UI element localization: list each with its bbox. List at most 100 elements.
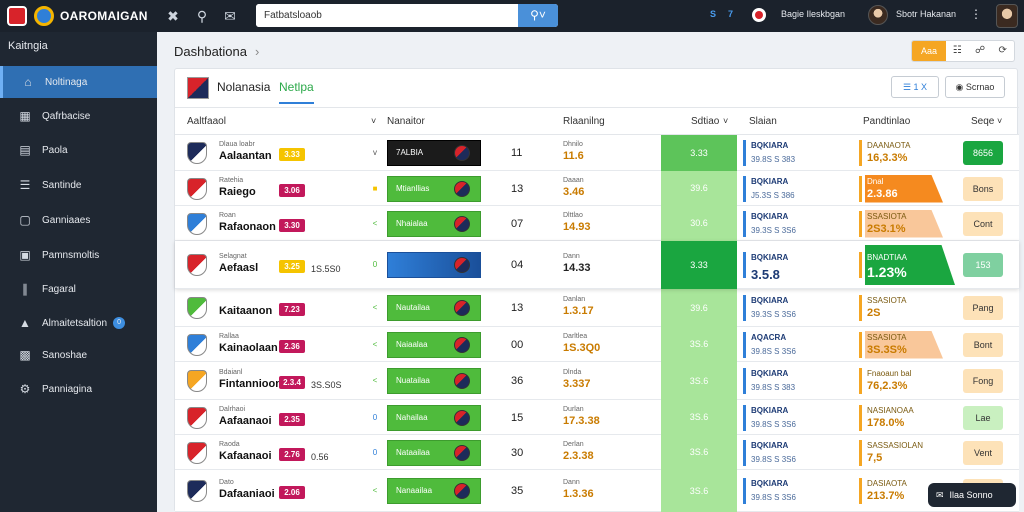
sidebar-item-ganniaaes[interactable]: ▢ Ganniaaes (0, 204, 157, 236)
score-cell[interactable]: 3.33 (661, 135, 737, 171)
team-name[interactable]: Aalaantan (219, 150, 272, 162)
match-banner[interactable]: Nahailaa (387, 404, 481, 431)
tab-active[interactable]: Netlpa (279, 80, 314, 104)
score-cell[interactable]: 30.6 (661, 206, 737, 241)
toolbar-primary-button[interactable]: Aaa (912, 41, 946, 61)
table-row[interactable]: Raoda Kafaanaoi 2.76 0.56 0 Nataailaa 30 Derlan… (175, 435, 1019, 470)
status-pill[interactable]: Cont (963, 211, 1003, 236)
status-pill[interactable]: 153 (963, 253, 1003, 277)
col-status[interactable]: Seqe (971, 116, 994, 127)
sidebar-item-noltinaga[interactable]: ⌂ Noltinaga (0, 66, 157, 98)
match-banner[interactable]: Naiaalaa (387, 331, 481, 358)
row-indicator-icon[interactable]: v (370, 148, 380, 158)
col-score[interactable]: Sdtiao (691, 116, 719, 127)
app-logo-icon[interactable] (7, 6, 27, 26)
team-name[interactable]: Raiego (219, 186, 256, 198)
table-row[interactable]: Dlaua loabr Aalaantan 3.33 v 7ALBIA 11 Dhnilo 1… (175, 135, 1019, 171)
sidebar-item-sanoshae[interactable]: ▩ Sanoshae (0, 339, 157, 371)
row-indicator-icon[interactable]: < (370, 219, 380, 229)
search-input[interactable] (256, 4, 518, 27)
table-row[interactable]: Selagnat Aefaasl 3.25 1S.5S0 0 04 Dann 14.33 3.3… (175, 241, 1019, 289)
table-row[interactable]: Kaitaanon 7.23 < Nautailaa 13 Danlan 1.3.17 39.… (175, 289, 1019, 327)
search-box[interactable]: ⚲˅ (256, 4, 558, 27)
score-cell[interactable]: 3S.6 (661, 327, 737, 362)
status-pill[interactable]: Bons (963, 176, 1003, 201)
table-row[interactable]: Dalrhaoi Aafaanaoi 2.35 0 Nahailaa 15 Durlan 17… (175, 400, 1019, 435)
user-name[interactable]: Sbotr Hakanan (896, 9, 956, 19)
col-match[interactable]: Nanaitor (387, 116, 425, 127)
team-name[interactable]: Aefaasl (219, 262, 258, 274)
col-team[interactable]: Aaltfaaol (187, 116, 226, 127)
row-indicator-icon[interactable]: < (370, 376, 380, 386)
table-row[interactable]: Bdaianl Fintannioon 2.3.4 3S.S0S < Nuatailaa 3… (175, 362, 1019, 400)
refresh-icon[interactable]: ⟳ (991, 41, 1014, 61)
sidebar-item-qafrbacise[interactable]: ▦ Qafrbacise (0, 100, 157, 132)
match-banner[interactable]: Nanaailaa (387, 478, 481, 504)
team-name[interactable]: Kainaolaan (219, 342, 278, 354)
match-banner[interactable]: 7ALBIA (387, 140, 481, 166)
score-cell[interactable]: 39.6 (661, 171, 737, 206)
col-score-sort-icon[interactable]: ˅ (723, 116, 728, 126)
record-icon[interactable] (752, 8, 766, 22)
view-toggle-button[interactable]: ☰ 1 X (891, 76, 939, 98)
score-cell[interactable]: 39.6 (661, 289, 737, 327)
row-indicator-icon[interactable]: 0 (370, 260, 380, 270)
team-name[interactable]: Aafaanaoi (219, 415, 272, 427)
row-indicator-icon[interactable]: < (370, 340, 380, 350)
match-banner[interactable]: Mtianllias (387, 175, 481, 202)
col-perf[interactable]: Pandtinlao (863, 116, 910, 127)
col-stat[interactable]: Slaian (749, 116, 777, 127)
match-banner[interactable]: Nataailaa (387, 439, 481, 466)
match-banner[interactable]: Nhaialaa (387, 210, 481, 237)
search-button[interactable]: ⚲˅ (518, 4, 558, 27)
score-cell[interactable]: 3S.6 (661, 435, 737, 470)
tab-title[interactable]: Nolanasia (217, 80, 270, 94)
team-name[interactable]: Fintannioon (219, 378, 282, 390)
avatar[interactable] (868, 5, 888, 25)
score-cell[interactable]: 3S.6 (661, 470, 737, 512)
match-banner[interactable]: Nuatailaa (387, 368, 481, 394)
link-icon[interactable]: ☍ (969, 41, 992, 61)
message-icon[interactable]: ✉ (221, 7, 239, 25)
sidebar-item-almaitetsaltion[interactable]: ▲ Almaitetsaltion 0 (0, 307, 157, 339)
col-status-sort-icon[interactable]: ˅ (997, 116, 1002, 126)
filter-icon[interactable]: ☷ (946, 41, 969, 61)
row-indicator-icon[interactable]: < (370, 303, 380, 313)
match-banner[interactable] (387, 252, 481, 278)
row-indicator-icon[interactable]: < (370, 486, 380, 496)
status-pill[interactable]: Fong (963, 369, 1003, 393)
team-name[interactable]: Dafaaniaoi (219, 488, 275, 500)
match-banner[interactable]: Nautailaa (387, 295, 481, 321)
score-cell[interactable]: 3.33 (661, 241, 737, 289)
indicator-7[interactable]: 7 (728, 9, 733, 19)
table-row[interactable]: Roan Rafaonaon 3.30 < Nhaialaa 07 Dlttlao 14.93… (175, 206, 1019, 241)
indicator-s[interactable]: S (710, 9, 716, 19)
puzzle-icon[interactable]: ✖ (164, 7, 182, 25)
sidebar-item-pamnsmoltis[interactable]: ▣ Pamnsmoltis (0, 239, 157, 271)
team-name[interactable]: Kaitaanon (219, 305, 272, 317)
row-indicator-icon[interactable]: 0 (370, 448, 380, 458)
search-toggle-icon[interactable]: ⚲ (193, 7, 211, 25)
screen-button[interactable]: ◉ Scrnao (945, 76, 1005, 98)
profile-photo[interactable] (996, 4, 1018, 28)
status-pill[interactable]: 8656 (963, 141, 1003, 165)
score-cell[interactable]: 3S.6 (661, 400, 737, 435)
breadcrumb[interactable]: Dashbationa › (174, 44, 259, 59)
col-team-sort-icon[interactable]: ˅ (371, 116, 376, 126)
kebab-menu-icon[interactable]: ⋮ (970, 7, 982, 21)
status-pill[interactable]: Bont (963, 332, 1003, 357)
score-cell[interactable]: 3S.6 (661, 362, 737, 400)
secondary-logo-icon[interactable] (34, 6, 54, 26)
team-name[interactable]: Kafaanaoi (219, 450, 272, 462)
table-row[interactable]: Rallaa Kainaolaan 2.36 < Naiaalaa 00 Darltlea 1… (175, 327, 1019, 362)
table-row[interactable]: Dato Dafaaniaoi 2.06 < Nanaailaa 35 Dann 1.3.36… (175, 470, 1019, 512)
status-pill[interactable]: Vent (963, 440, 1003, 465)
team-name[interactable]: Rafaonaon (219, 221, 276, 233)
top-link-1[interactable]: Bagie Ileskbgan (781, 9, 845, 19)
row-indicator-icon[interactable]: 0 (370, 413, 380, 423)
status-pill[interactable]: Pang (963, 296, 1003, 320)
status-pill[interactable]: Lae (963, 405, 1003, 430)
chat-button[interactable]: ✉ Ilaa Sonno (928, 483, 1016, 507)
sidebar-item-santinde[interactable]: ☰ Santinde (0, 169, 157, 201)
col-rating[interactable]: Rlaanilng (563, 116, 605, 127)
